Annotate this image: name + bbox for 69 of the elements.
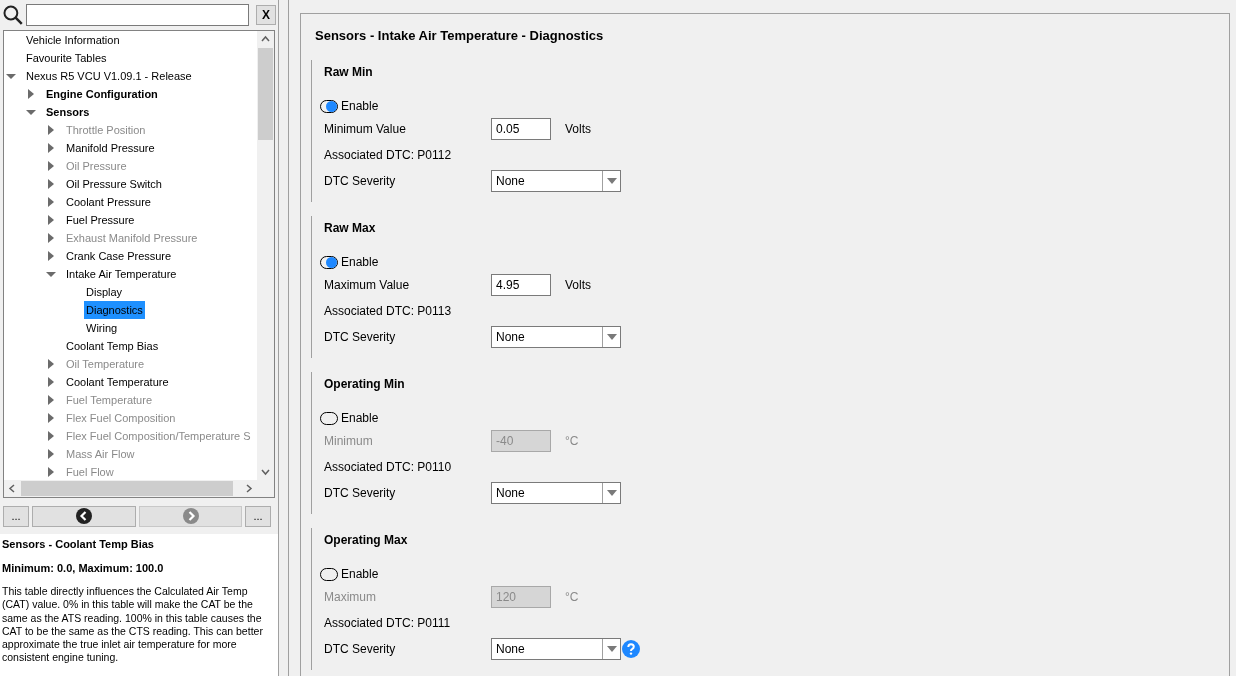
tree-item[interactable]: Coolant Pressure (64, 193, 153, 211)
help-title: Sensors - Coolant Temp Bias (2, 537, 155, 551)
tree-item[interactable]: Fuel Pressure (64, 211, 137, 229)
dropdown-arrow-icon (606, 646, 617, 652)
search-field[interactable] (25, 4, 250, 26)
help-icon[interactable] (622, 640, 640, 658)
severity-label: DTC Severity (324, 641, 397, 658)
unit-label: Volts (565, 121, 591, 138)
enable-label: Enable (341, 254, 379, 271)
dropdown-arrow-icon (606, 490, 617, 496)
enable-label: Enable (341, 98, 379, 115)
collapse-arrow-icon[interactable] (26, 107, 36, 117)
help-text: This table directly influences the Calculated Air Temp (CAT) value. 0% in this table will make the CAT be the same as the ATS reading. 100% in this table causes the CAT to be the same as the CTS reading. This can better approximate the true inlet air temperature for more consistent engine tuning. (2, 585, 264, 665)
tree-item[interactable]: Nexus R5 VCU V1.09.1 - Release (24, 67, 194, 85)
tree-item[interactable]: Coolant Temp Bias (64, 337, 161, 355)
dtc-label: Associated DTC: P0110 (324, 459, 453, 476)
value-label: Maximum Value (324, 277, 411, 294)
clear-button[interactable]: X (256, 5, 276, 25)
severity-dropdown[interactable]: None (491, 326, 621, 348)
tree-item[interactable]: Crank Case Pressure (64, 247, 174, 265)
dropdown-arrow-icon (606, 178, 617, 184)
horizontal-scrollbar[interactable] (4, 480, 274, 497)
enable-label: Enable (341, 566, 379, 583)
tree-item[interactable]: Intake Air Temperature (64, 265, 179, 283)
section-title: Raw Min (324, 64, 374, 81)
page-title: Sensors - Intake Air Temperature - Diagnostics (315, 27, 605, 45)
section-title: Operating Max (324, 532, 409, 549)
tree-item[interactable]: Diagnostics (84, 301, 145, 319)
dtc-label: Associated DTC: P0113 (324, 303, 453, 320)
section-title: Operating Min (324, 376, 406, 393)
severity-dropdown[interactable]: None (491, 638, 621, 660)
collapse-arrow-icon[interactable] (6, 71, 16, 81)
unit-label: °C (565, 589, 579, 606)
unit-label: °C (565, 433, 579, 450)
back-button[interactable] (32, 505, 136, 527)
tree-item[interactable]: Favourite Tables (24, 49, 109, 67)
tree-item[interactable]: Vehicle Information (24, 31, 122, 49)
unit-label: Volts (565, 277, 591, 294)
help-range: Minimum: 0.0, Maximum: 100.0 (2, 561, 165, 575)
dropdown-arrow-icon (606, 334, 617, 340)
value-field[interactable]: 0.05 (491, 118, 551, 140)
severity-label: DTC Severity (324, 173, 397, 190)
more-button[interactable]: ... (245, 505, 271, 527)
search-icon (2, 4, 24, 26)
enable-label: Enable (341, 410, 379, 427)
scrollbar-thumb[interactable] (258, 48, 273, 140)
severity-label: DTC Severity (324, 329, 397, 346)
value-label: Maximum (324, 589, 377, 606)
tree-item[interactable]: Display (84, 283, 125, 301)
tree-item[interactable]: Coolant Temperature (64, 373, 171, 391)
tree-item[interactable]: Sensors (44, 103, 92, 121)
severity-label: DTC Severity (324, 485, 397, 502)
expand-arrow-icon[interactable] (26, 89, 36, 99)
tree-item[interactable]: Wiring (84, 319, 120, 337)
severity-dropdown[interactable]: None (491, 482, 621, 504)
tree-item[interactable]: Oil Pressure Switch (64, 175, 164, 193)
severity-dropdown[interactable]: None (491, 170, 621, 192)
value-field[interactable]: 4.95 (491, 274, 551, 296)
tree-item[interactable]: Engine Configuration (44, 85, 160, 103)
dtc-label: Associated DTC: P0111 (324, 615, 452, 632)
section-title: Raw Max (324, 220, 377, 237)
vertical-scrollbar[interactable] (257, 31, 274, 480)
collapse-arrow-icon[interactable] (46, 269, 56, 279)
value-label: Minimum Value (324, 121, 407, 138)
more-button[interactable]: ... (3, 505, 29, 527)
tree-item[interactable]: Manifold Pressure (64, 139, 157, 157)
scrollbar-thumb[interactable] (21, 481, 233, 496)
dtc-label: Associated DTC: P0112 (324, 147, 453, 164)
value-label: Minimum (324, 433, 374, 450)
